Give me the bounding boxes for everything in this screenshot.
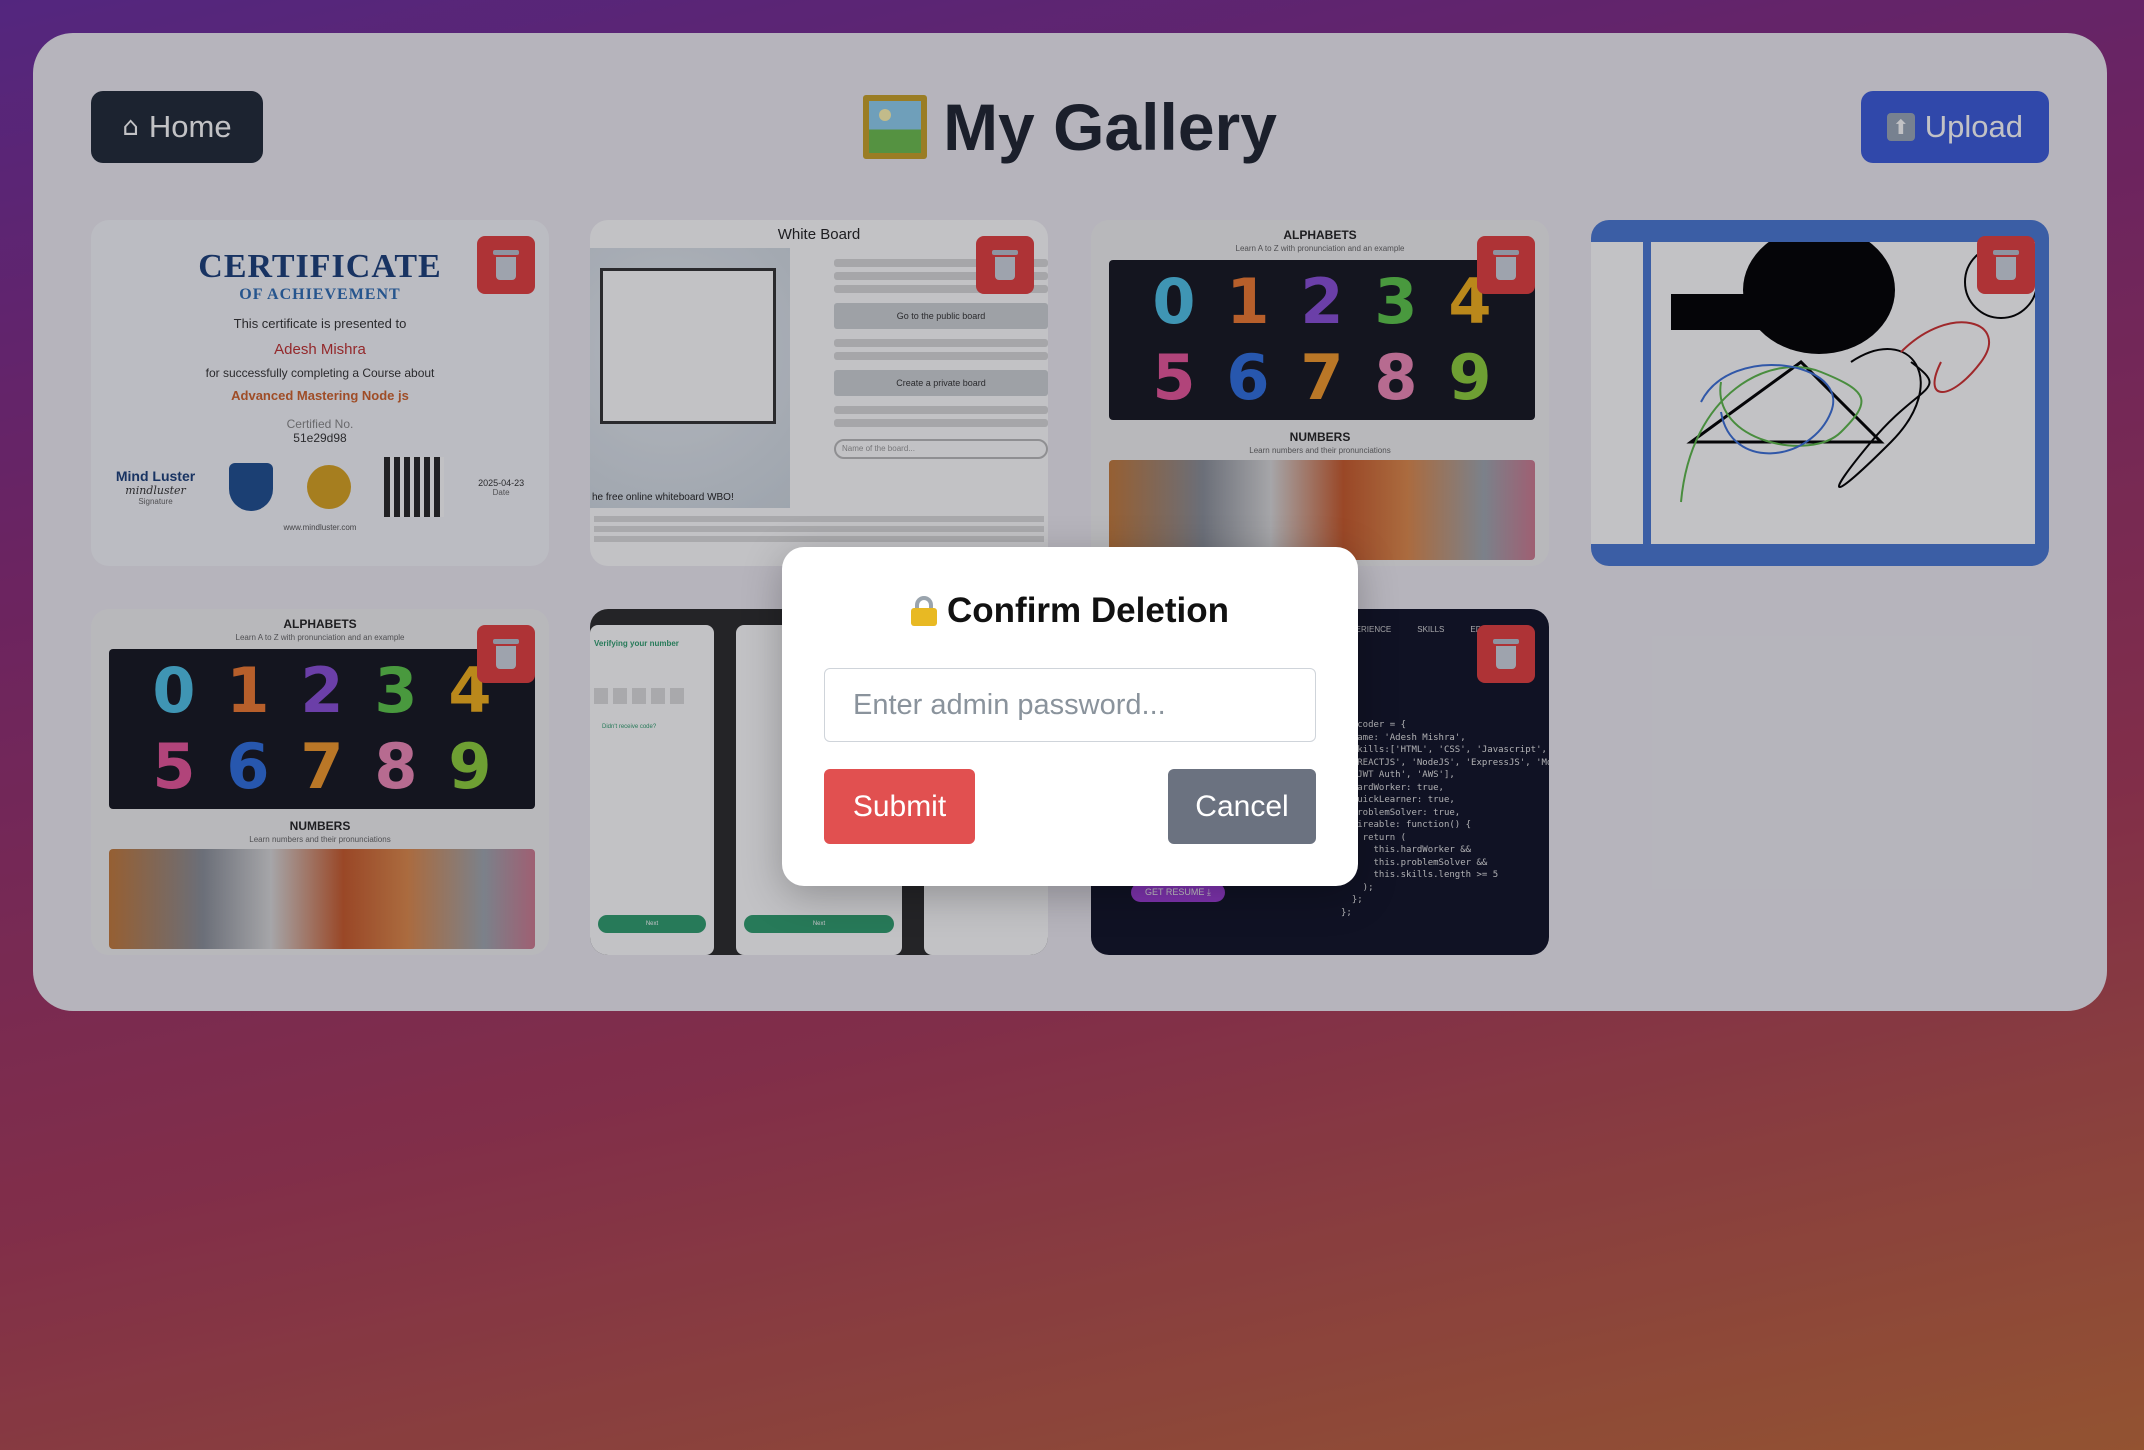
cancel-button[interactable]: Cancel xyxy=(1168,769,1316,844)
modal-title-text: Confirm Deletion xyxy=(947,591,1229,630)
confirm-delete-modal: Confirm Deletion Submit Cancel xyxy=(782,547,1358,886)
modal-title: Confirm Deletion xyxy=(782,591,1358,631)
lock-with-key-icon xyxy=(911,596,938,626)
admin-password-input[interactable] xyxy=(824,668,1316,742)
submit-button[interactable]: Submit xyxy=(824,769,975,844)
